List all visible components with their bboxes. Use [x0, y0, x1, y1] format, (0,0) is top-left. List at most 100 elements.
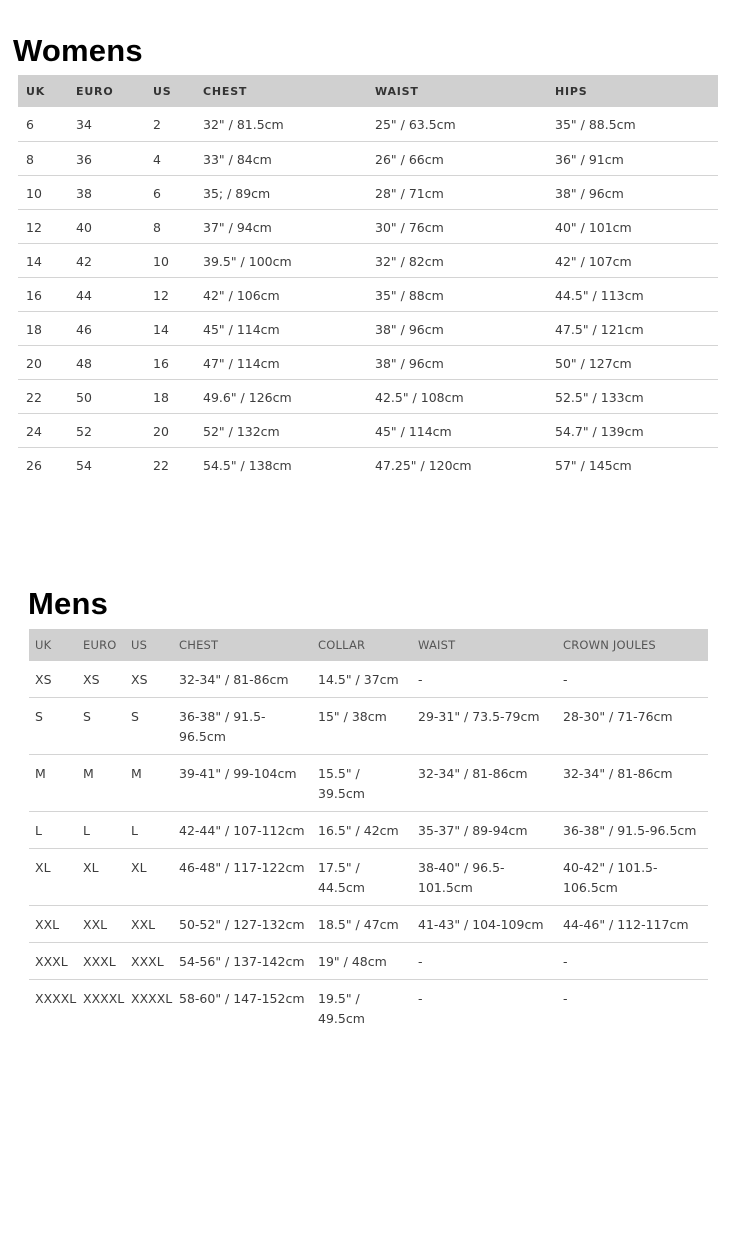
cell-collar: 17.5" / 44.5cm	[312, 848, 412, 906]
cell-collar: 19" / 48cm	[312, 942, 412, 980]
cell-euro: 54	[76, 457, 92, 473]
column-header-chest: CHEST	[173, 629, 312, 661]
cell-us: 18	[145, 379, 195, 414]
cell-hips: 54.7" / 139cm	[547, 413, 718, 448]
column-header-us: US	[125, 629, 173, 661]
cell-euro: 44	[68, 277, 145, 312]
cell-us: 20	[145, 413, 195, 448]
cell-collar: 16.5" / 42cm	[312, 811, 412, 849]
cell-crown-joules: 28-30" / 71-76cm	[557, 697, 708, 755]
cell-waist: 28" / 71cm	[367, 175, 547, 210]
cell-waist: 41-43" / 104-109cm	[412, 905, 557, 943]
cell-collar: 19.5" / 49.5cm	[318, 991, 365, 1026]
cell-chest: 37" / 94cm	[195, 209, 367, 244]
cell-euro: XXL	[77, 905, 125, 943]
cell-us: 12	[145, 277, 195, 312]
cell-crown-joules: -	[557, 661, 708, 698]
mens-size-row: L L L 42-44" / 107-112cm 16.5" / 42cm 35-37" …	[29, 811, 708, 849]
cell-hips: 42" / 107cm	[547, 243, 718, 278]
womens-section-title: Womens	[13, 33, 143, 68]
cell-uk: XL	[29, 848, 77, 906]
cell-us: XXXL	[125, 942, 173, 980]
cell-euro: XL	[77, 848, 125, 906]
column-header-uk: UK	[18, 75, 68, 107]
cell-chest: 49.6" / 126cm	[195, 379, 367, 414]
cell-chest: 52" / 132cm	[195, 413, 367, 448]
cell-euro: M	[77, 754, 125, 812]
mens-section-title: Mens	[28, 586, 109, 621]
womens-size-row: 16 44 12 42" / 106cm 35" / 88cm 44.5" / 113cm	[18, 277, 718, 312]
womens-size-row: 18 46 14 45" / 114cm 38" / 96cm 47.5" / 121cm	[18, 311, 718, 346]
cell-waist: 38-40" / 96.5-101.5cm	[412, 848, 557, 906]
cell-waist: 32-34" / 81-86cm	[412, 754, 557, 812]
cell-waist: 29-31" / 73.5-79cm	[412, 697, 557, 755]
womens-size-row: 14 42 10 39.5" / 100cm 32" / 82cm 42" / 107cm	[18, 243, 718, 278]
cell-hips: 47.5" / 121cm	[547, 311, 718, 346]
cell-us: 14	[145, 311, 195, 346]
cell-hips: 40" / 101cm	[547, 209, 718, 244]
cell-waist: 47.25" / 120cm	[375, 457, 472, 473]
cell-hips: 57" / 145cm	[555, 457, 632, 473]
cell-waist: 38" / 96cm	[367, 345, 547, 380]
cell-collar: 14.5" / 37cm	[312, 661, 412, 698]
cell-chest: 36-38" / 91.5-96.5cm	[173, 697, 312, 755]
cell-uk: XS	[29, 661, 77, 698]
cell-waist: 30" / 76cm	[367, 209, 547, 244]
cell-uk: 12	[18, 209, 68, 244]
cell-us: M	[125, 754, 173, 812]
cell-waist: 42.5" / 108cm	[367, 379, 547, 414]
cell-us: XS	[125, 661, 173, 698]
cell-euro: S	[77, 697, 125, 755]
cell-us: XXL	[125, 905, 173, 943]
cell-us: 6	[145, 175, 195, 210]
womens-header-row: UK EURO US CHEST WAIST HIPS	[18, 75, 718, 107]
column-header-us: US	[145, 75, 195, 107]
cell-chest: 58-60" / 147-152cm	[179, 991, 305, 1006]
column-header-euro: EURO	[77, 629, 125, 661]
cell-chest: 32-34" / 81-86cm	[173, 661, 312, 698]
cell-waist: 35-37" / 89-94cm	[412, 811, 557, 849]
mens-size-row: XXXL XXXL XXXL 54-56" / 137-142cm 19" / 48cm…	[29, 942, 708, 980]
column-header-hips: HIPS	[547, 75, 718, 107]
cell-us: L	[125, 811, 173, 849]
cell-crown-joules: -	[557, 942, 708, 980]
womens-size-row: 22 50 18 49.6" / 126cm 42.5" / 108cm 52.5" / …	[18, 379, 718, 414]
womens-size-row: 24 52 20 52" / 132cm 45" / 114cm 54.7" / 139c…	[18, 413, 718, 448]
cell-euro: XXXL	[77, 942, 125, 980]
cell-crown-joules: 36-38" / 91.5-96.5cm	[557, 811, 708, 849]
cell-euro: XXXXL	[83, 991, 125, 1006]
cell-euro: L	[77, 811, 125, 849]
womens-size-row: 6 34 2 32" / 81.5cm 25" / 63.5cm 35" / 88.5cm	[18, 107, 718, 142]
womens-size-row: 8 36 4 33" / 84cm 26" / 66cm 36" / 91cm	[18, 141, 718, 176]
mens-size-table: UK EURO US CHEST COLLAR WAIST CROWN JOUL…	[29, 629, 708, 1036]
cell-hips: 35" / 88.5cm	[547, 107, 718, 142]
womens-size-row: 12 40 8 37" / 94cm 30" / 76cm 40" / 101cm	[18, 209, 718, 244]
cell-waist: 45" / 114cm	[367, 413, 547, 448]
cell-chest: 35; / 89cm	[195, 175, 367, 210]
cell-waist: 38" / 96cm	[367, 311, 547, 346]
cell-uk: 18	[18, 311, 68, 346]
cell-euro: 38	[68, 175, 145, 210]
cell-waist: 26" / 66cm	[367, 141, 547, 176]
cell-waist: 35" / 88cm	[367, 277, 547, 312]
mens-size-row: M M M 39-41" / 99-104cm 15.5" / 39.5cm 32-34"…	[29, 754, 708, 812]
cell-chest: 47" / 114cm	[195, 345, 367, 380]
cell-euro: 42	[68, 243, 145, 278]
cell-euro: 34	[68, 107, 145, 142]
cell-crown-joules: 32-34" / 81-86cm	[557, 754, 708, 812]
cell-chest: 50-52" / 127-132cm	[173, 905, 312, 943]
cell-uk: 16	[18, 277, 68, 312]
cell-us: XL	[125, 848, 173, 906]
mens-size-row: S S S 36-38" / 91.5-96.5cm 15" / 38cm 29-31" …	[29, 697, 708, 755]
cell-chest: 33" / 84cm	[195, 141, 367, 176]
column-header-crown-joules: CROWN JOULES	[557, 629, 708, 661]
cell-uk: M	[29, 754, 77, 812]
cell-hips: 52.5" / 133cm	[547, 379, 718, 414]
cell-uk: 14	[18, 243, 68, 278]
cell-uk: XXXXL	[35, 991, 77, 1006]
cell-uk: 24	[18, 413, 68, 448]
cell-hips: 44.5" / 113cm	[547, 277, 718, 312]
cell-chest: 42" / 106cm	[195, 277, 367, 312]
cell-euro: 40	[68, 209, 145, 244]
womens-size-row: 10 38 6 35; / 89cm 28" / 71cm 38" / 96cm	[18, 175, 718, 210]
